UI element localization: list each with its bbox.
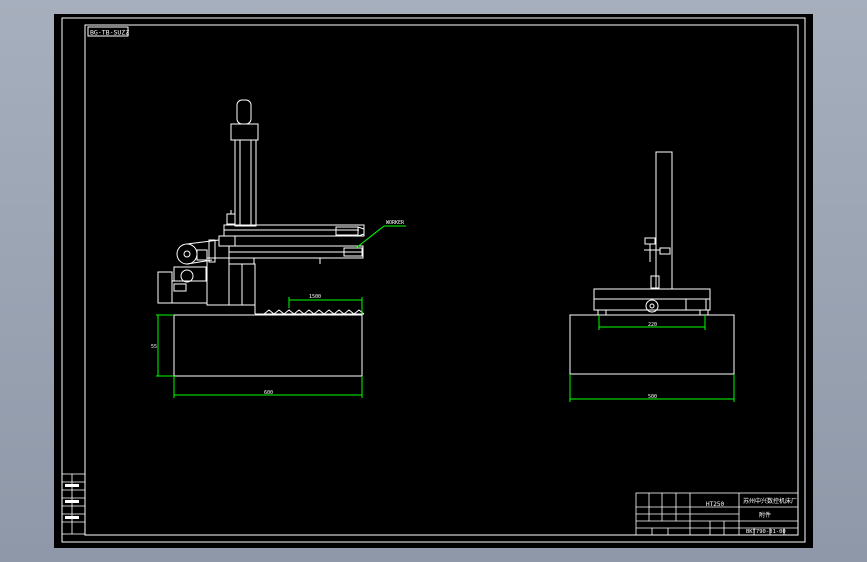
dim-right-width: 500 [648,394,657,400]
right-dimensions [569,315,735,402]
drawing-name: 附件 [759,511,771,519]
dim-rail-length: 1500 [309,294,321,300]
outer-border [61,17,806,543]
dim-left-height: 55 [151,344,157,350]
drawing-sheet: BG-TB-SUZZ WORKER 1500 55 600 220 500 HT… [54,14,813,548]
revision-table [61,473,86,535]
dim-right-inner: 220 [648,322,657,328]
code-box: BG-TB-SUZZ [87,26,129,37]
cad-viewport[interactable]: BG-TB-SUZZ WORKER 1500 55 600 220 500 HT… [0,0,867,562]
material-text: HT250 [706,501,724,508]
leader-text: WORKER [386,220,405,226]
company-name: 苏州中兴数控机床厂 [743,497,797,505]
drawing-number: BKT790-01-00 [746,529,786,535]
right-view [569,151,735,375]
dim-left-width: 600 [264,390,273,396]
cad-drawing: BG-TB-SUZZ WORKER 1500 55 600 220 500 HT… [61,17,806,543]
code-box-text: BG-TB-SUZZ [90,29,129,37]
left-view [157,99,365,377]
